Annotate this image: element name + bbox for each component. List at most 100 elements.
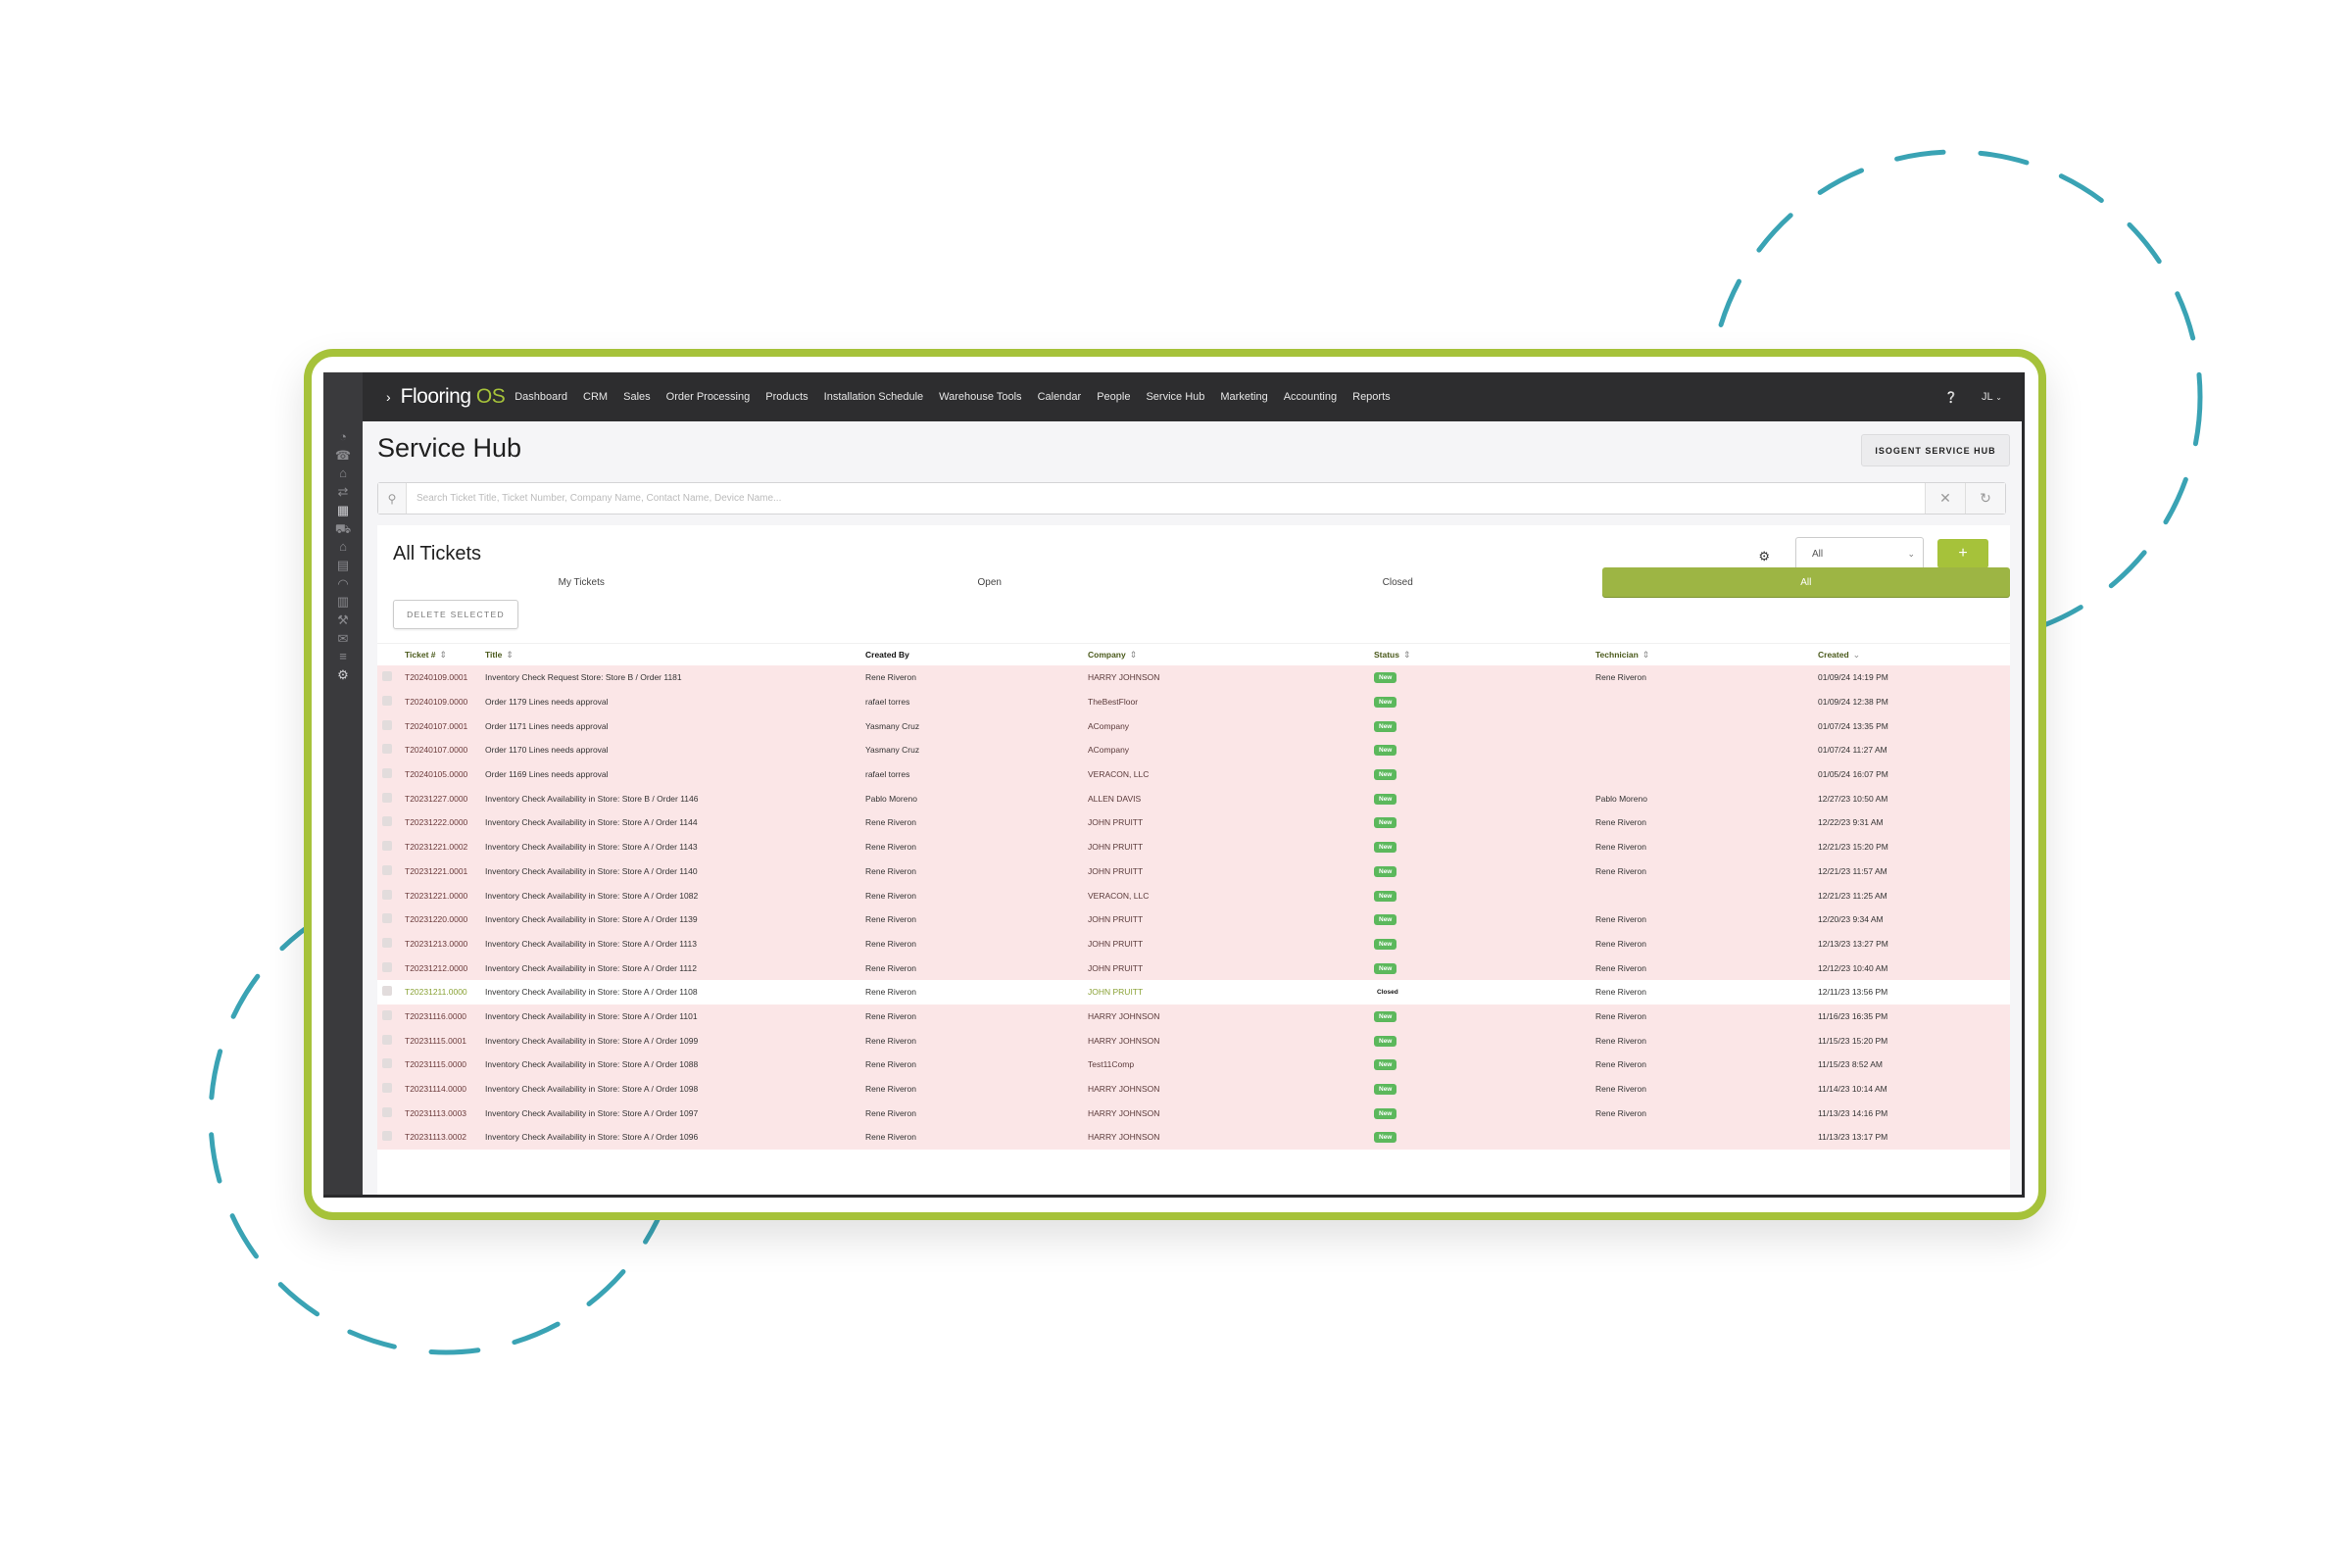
- row-checkbox[interactable]: [382, 1058, 392, 1069]
- help-icon[interactable]: ❔: [1944, 391, 1958, 404]
- table-row[interactable]: T20231221.0000 Inventory Check Availabili…: [377, 883, 2010, 907]
- ticket-settings-icon[interactable]: ⚙: [1758, 549, 1770, 564]
- ticket-title[interactable]: Inventory Check Request Store: Store B /…: [485, 672, 865, 682]
- table-row[interactable]: T20231220.0000 Inventory Check Availabili…: [377, 906, 2010, 932]
- ticket-number[interactable]: T20231114.0000: [402, 1084, 485, 1094]
- row-checkbox[interactable]: [382, 671, 392, 682]
- user-menu[interactable]: JL ⌄: [1982, 391, 2002, 403]
- nav-item-crm[interactable]: CRM: [583, 391, 608, 403]
- nav-item-installation-schedule[interactable]: Installation Schedule: [824, 391, 924, 403]
- nav-item-products[interactable]: Products: [765, 391, 808, 403]
- table-row[interactable]: T20231211.0000 Inventory Check Availabili…: [377, 979, 2010, 1004]
- ticket-number[interactable]: T20231227.0000: [402, 794, 485, 804]
- table-row[interactable]: T20240109.0001 Inventory Check Request St…: [377, 665, 2010, 690]
- ticket-number[interactable]: T20231221.0001: [402, 866, 485, 876]
- ticket-title[interactable]: Inventory Check Availability in Store: S…: [485, 866, 865, 876]
- company[interactable]: JOHN PRUITT: [1088, 817, 1374, 827]
- row-checkbox[interactable]: [382, 841, 392, 852]
- ticket-number[interactable]: T20240105.0000: [402, 769, 485, 779]
- ticket-title[interactable]: Inventory Check Availability in Store: S…: [485, 817, 865, 827]
- nav-item-dashboard[interactable]: Dashboard: [514, 391, 567, 403]
- ticket-title[interactable]: Order 1179 Lines needs approval: [485, 697, 865, 707]
- calendar-icon[interactable]: ▤: [333, 558, 353, 573]
- company[interactable]: TheBestFloor: [1088, 697, 1374, 707]
- ticket-number[interactable]: T20231221.0000: [402, 891, 485, 901]
- clear-search-button[interactable]: ✕: [1925, 483, 1965, 514]
- tools-icon[interactable]: ⚒: [333, 612, 353, 628]
- ticket-title[interactable]: Inventory Check Availability in Store: S…: [485, 794, 865, 804]
- ticket-number[interactable]: T20231113.0002: [402, 1132, 485, 1142]
- row-checkbox[interactable]: [382, 889, 392, 900]
- reports-icon[interactable]: ≡: [333, 649, 353, 664]
- company[interactable]: JOHN PRUITT: [1088, 987, 1374, 997]
- boxes-icon[interactable]: ▦: [333, 503, 353, 518]
- company[interactable]: ACompany: [1088, 721, 1374, 731]
- warehouse-icon[interactable]: ⌂: [333, 539, 353, 555]
- row-checkbox[interactable]: [382, 864, 392, 875]
- row-checkbox[interactable]: [382, 937, 392, 948]
- row-checkbox[interactable]: [382, 1009, 392, 1020]
- row-checkbox[interactable]: [382, 913, 392, 924]
- ticket-number[interactable]: T20231211.0000: [402, 987, 485, 997]
- table-row[interactable]: T20231113.0002 Inventory Check Availabili…: [377, 1125, 2010, 1150]
- row-checkbox[interactable]: [382, 696, 392, 707]
- table-row[interactable]: T20240107.0001 Order 1171 Lines needs app…: [377, 713, 2010, 739]
- nav-item-calendar[interactable]: Calendar: [1038, 391, 1082, 403]
- table-row[interactable]: T20240107.0000 Order 1170 Lines needs app…: [377, 738, 2010, 762]
- ticket-number[interactable]: T20231221.0002: [402, 842, 485, 852]
- tab-my-tickets[interactable]: My Tickets: [377, 567, 786, 597]
- ticket-number[interactable]: T20231113.0003: [402, 1108, 485, 1118]
- nav-item-sales[interactable]: Sales: [623, 391, 651, 403]
- ticket-number[interactable]: T20240107.0000: [402, 745, 485, 755]
- nav-item-service-hub[interactable]: Service Hub: [1146, 391, 1204, 403]
- tab-closed[interactable]: Closed: [1194, 567, 1602, 597]
- delete-selected-button[interactable]: DELETE SELECTED: [393, 600, 518, 629]
- ticket-title[interactable]: Inventory Check Availability in Store: S…: [485, 1059, 865, 1069]
- column-ticket[interactable]: Ticket # ⇕: [402, 650, 485, 661]
- add-ticket-button[interactable]: +: [1937, 539, 1988, 568]
- ticket-title[interactable]: Inventory Check Availability in Store: S…: [485, 891, 865, 901]
- company[interactable]: HARRY JOHNSON: [1088, 672, 1374, 682]
- company[interactable]: VERACON, LLC: [1088, 891, 1374, 901]
- nav-item-marketing[interactable]: Marketing: [1220, 391, 1267, 403]
- hardhat-icon[interactable]: ◠: [333, 576, 353, 592]
- ticket-number[interactable]: T20231115.0000: [402, 1059, 485, 1069]
- company[interactable]: HARRY JOHNSON: [1088, 1108, 1374, 1118]
- tab-all[interactable]: All: [1601, 567, 2010, 597]
- company[interactable]: ALLEN DAVIS: [1088, 794, 1374, 804]
- company[interactable]: JOHN PRUITT: [1088, 963, 1374, 973]
- table-row[interactable]: T20240105.0000 Order 1169 Lines needs app…: [377, 761, 2010, 787]
- row-checkbox[interactable]: [382, 719, 392, 730]
- ticket-number[interactable]: T20231115.0001: [402, 1036, 485, 1046]
- truck-icon[interactable]: ⛟: [333, 521, 353, 537]
- arrows-icon[interactable]: ⇄: [333, 484, 353, 500]
- nav-item-warehouse-tools[interactable]: Warehouse Tools: [939, 391, 1021, 403]
- row-checkbox[interactable]: [382, 1034, 392, 1045]
- brand-logo[interactable]: Flooring OS: [401, 385, 506, 409]
- service-hub-icon[interactable]: ⚙: [333, 667, 353, 683]
- ticket-title[interactable]: Inventory Check Availability in Store: S…: [485, 1132, 865, 1142]
- phone-icon[interactable]: ☎: [333, 448, 353, 464]
- ticket-title[interactable]: Inventory Check Availability in Store: S…: [485, 987, 865, 997]
- row-checkbox[interactable]: [382, 792, 392, 803]
- ticket-title[interactable]: Inventory Check Availability in Store: S…: [485, 963, 865, 973]
- company[interactable]: HARRY JOHNSON: [1088, 1036, 1374, 1046]
- nav-item-reports[interactable]: Reports: [1352, 391, 1391, 403]
- ticket-title[interactable]: Order 1171 Lines needs approval: [485, 721, 865, 731]
- nav-item-accounting[interactable]: Accounting: [1284, 391, 1337, 403]
- company[interactable]: HARRY JOHNSON: [1088, 1011, 1374, 1021]
- column-technician[interactable]: Technician ⇕: [1595, 650, 1818, 661]
- table-row[interactable]: T20231221.0002 Inventory Check Availabili…: [377, 834, 2010, 859]
- table-row[interactable]: T20231114.0000 Inventory Check Availabili…: [377, 1076, 2010, 1102]
- isogent-service-hub-button[interactable]: ISOGENT SERVICE HUB: [1861, 434, 2010, 466]
- row-checkbox[interactable]: [382, 744, 392, 755]
- factory-icon[interactable]: ⌂: [333, 466, 353, 481]
- company[interactable]: JOHN PRUITT: [1088, 914, 1374, 924]
- expand-sidebar-icon[interactable]: ›: [386, 389, 391, 405]
- ticket-title[interactable]: Inventory Check Availability in Store: S…: [485, 1084, 865, 1094]
- row-checkbox[interactable]: [382, 768, 392, 779]
- company[interactable]: Test11Comp: [1088, 1059, 1374, 1069]
- table-row[interactable]: T20231115.0001 Inventory Check Availabili…: [377, 1028, 2010, 1053]
- table-row[interactable]: T20231113.0003 Inventory Check Availabili…: [377, 1101, 2010, 1126]
- company[interactable]: JOHN PRUITT: [1088, 866, 1374, 876]
